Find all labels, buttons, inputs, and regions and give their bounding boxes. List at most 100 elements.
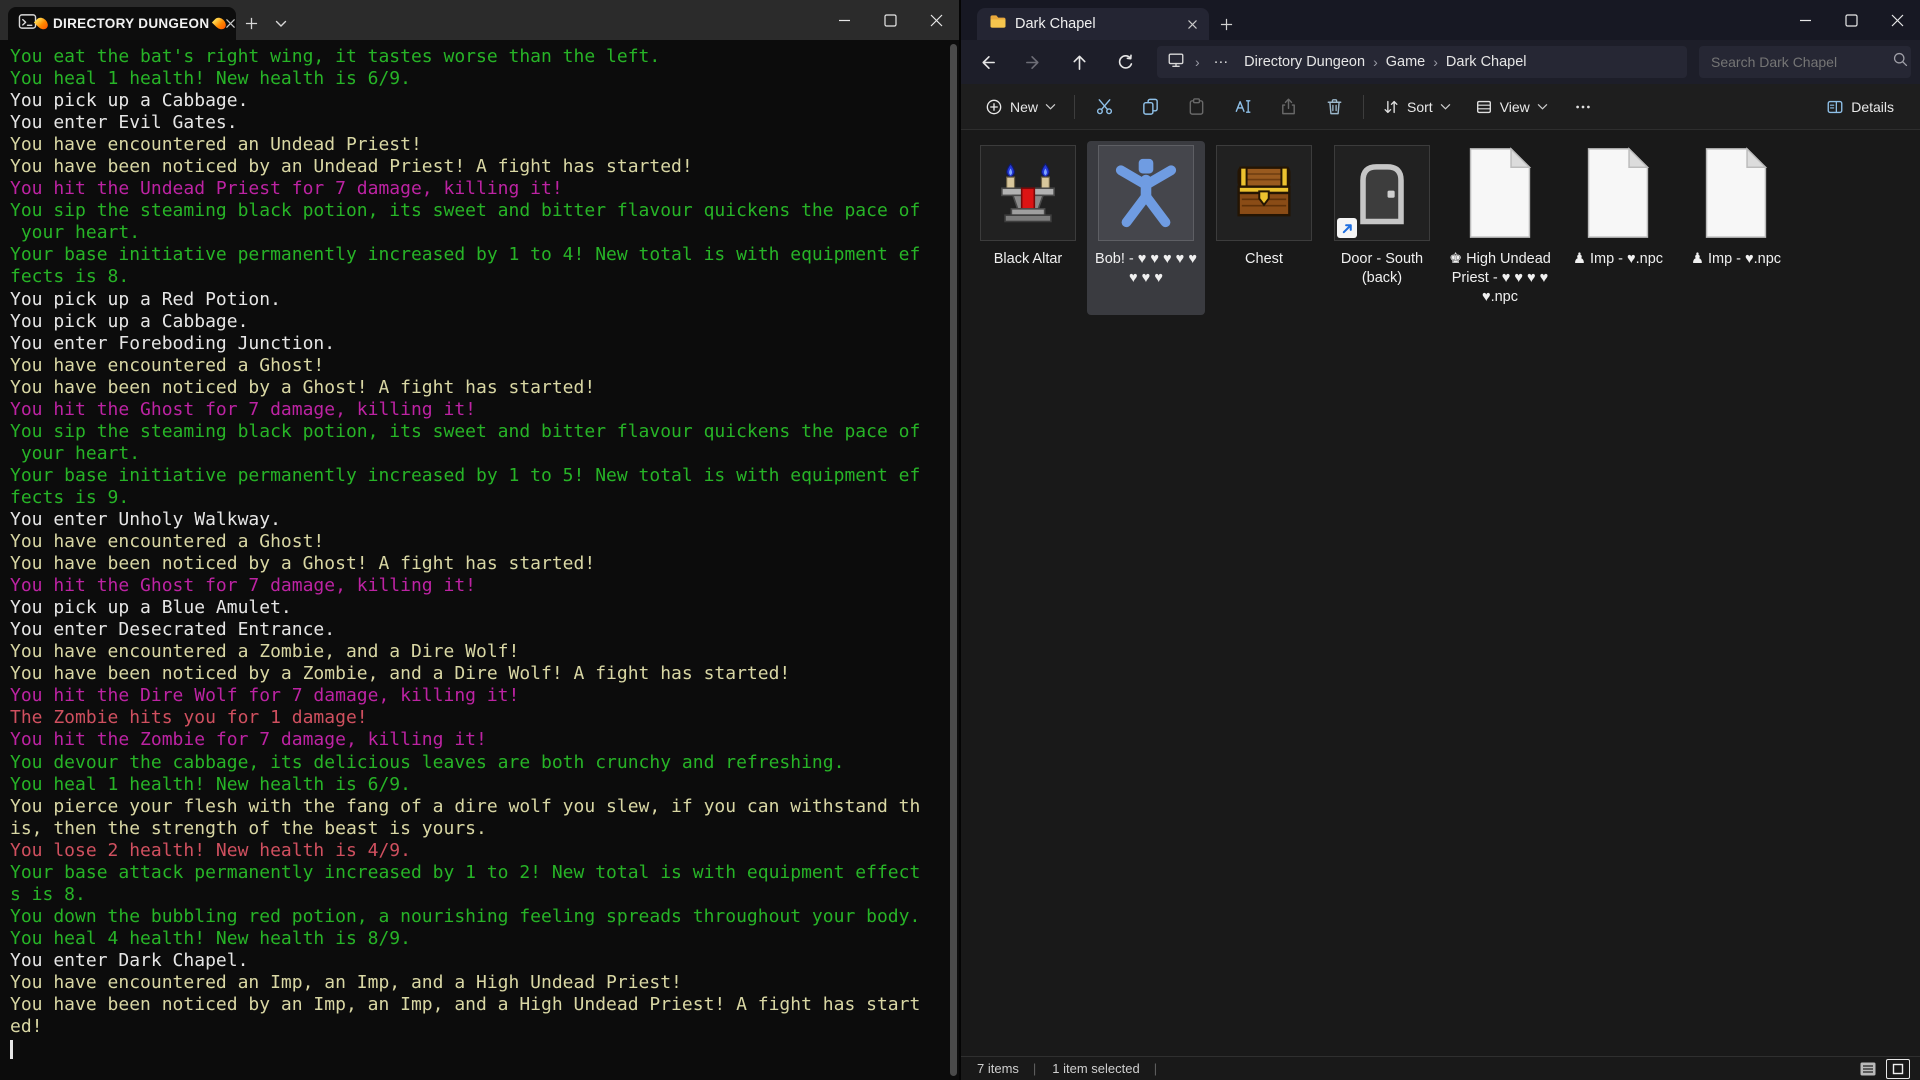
cut-button[interactable] [1083,89,1125,125]
explorer-minimize-button[interactable] [1782,0,1828,40]
breadcrumb-segment[interactable]: Directory Dungeon [1240,52,1369,72]
terminal-window-controls [821,0,959,40]
terminal-line: You eat the bat's right wing, it tastes … [10,46,941,68]
file-name: Chest [1245,250,1283,269]
explorer-tab-close-icon[interactable] [1183,15,1201,33]
terminal-tab[interactable]: DIRECTORY DUNGEON [8,7,236,40]
terminal-line: You hit the Dire Wolf for 7 damage, kill… [10,685,941,707]
details-button[interactable]: Details [1816,89,1904,125]
terminal-line: your heart. [10,443,941,465]
file-item[interactable]: Chest [1205,141,1323,315]
terminal-line: You pick up a Cabbage. [10,311,941,333]
terminal-line: You have been noticed by a Ghost! A figh… [10,377,941,399]
breadcrumb[interactable]: › ··· Directory Dungeon›Game›Dark Chapel [1157,46,1687,78]
terminal-scrollbar-thumb[interactable] [950,44,957,1076]
terminal-maximize-button[interactable] [867,0,913,40]
terminal-line: You pick up a Cabbage. [10,90,941,112]
terminal-line: You heal 1 health! New health is 6/9. [10,774,941,796]
chevron-down-icon [1045,103,1056,111]
terminal-log: You eat the bat's right wing, it tastes … [0,40,959,1080]
terminal-line: You hit the Ghost for 7 damage, killing … [10,399,941,421]
terminal-line: You have been noticed by an Undead Pries… [10,156,941,178]
terminal-line: your heart. [10,222,941,244]
terminal-new-tab-button[interactable] [236,7,266,40]
file-item[interactable]: Bob! - ♥ ♥ ♥ ♥ ♥ ♥ ♥ ♥ [1087,141,1205,315]
rename-button[interactable] [1221,89,1263,125]
view-button[interactable]: View [1465,89,1558,125]
terminal-line: You have been noticed by a Ghost! A figh… [10,553,941,575]
file-item[interactable]: ♚ High Undead Priest - ♥ ♥ ♥ ♥ ♥.npc [1441,141,1559,315]
selection-count: 1 item selected [1052,1061,1139,1076]
new-button[interactable]: New [975,89,1066,125]
status-divider: | [1154,1061,1157,1076]
paste-button[interactable] [1175,89,1217,125]
copy-button[interactable] [1129,89,1171,125]
terminal-minimize-button[interactable] [821,0,867,40]
terminal-line: Your base initiative permanently increas… [10,244,941,266]
bob-player-image [1107,154,1185,232]
terminal-line: You enter Foreboding Junction. [10,333,941,355]
search-icon [1892,51,1909,73]
explorer-maximize-button[interactable] [1828,0,1874,40]
terminal-tab-dropdown-button[interactable] [266,7,296,40]
file-icon [1452,145,1548,241]
terminal-line: fects is 8. [10,266,941,288]
terminal-tab-close-icon[interactable] [225,15,236,33]
forward-button[interactable] [1013,44,1053,80]
explorer-close-button[interactable] [1874,0,1920,40]
terminal-tab-title: DIRECTORY DUNGEON [37,16,225,31]
refresh-button[interactable] [1105,44,1145,80]
terminal-line: Your base initiative permanently increas… [10,465,941,487]
terminal-line: You lose 2 health! New health is 4/9. [10,840,941,862]
details-button-label: Details [1851,99,1894,115]
file-area[interactable]: Black AltarBob! - ♥ ♥ ♥ ♥ ♥ ♥ ♥ ♥ Chest Do… [961,131,1920,1056]
black-altar-image [990,155,1066,231]
more-options-button[interactable] [1562,89,1604,125]
explorer-new-tab-button[interactable] [1209,8,1243,40]
sort-button[interactable]: Sort [1372,89,1461,125]
breadcrumb-overflow[interactable]: ··· [1210,52,1233,72]
terminal-titlebar: DIRECTORY DUNGEON [0,0,959,40]
terminal-line: The Zombie hits you for 1 damage! [10,707,941,729]
terminal-line: ed! [10,1016,941,1038]
file-name: ♟ Imp - ♥.npc [1573,250,1663,269]
breadcrumb-segment[interactable]: Dark Chapel [1442,52,1531,72]
terminal-cursor [10,1040,13,1059]
terminal-scrollbar[interactable] [950,44,957,1076]
terminal-close-button[interactable] [913,0,959,40]
statusbar: 7 items | 1 item selected | [961,1056,1920,1080]
terminal-line: You hit the Undead Priest for 7 damage, … [10,178,941,200]
explorer-address-row: › ··· Directory Dungeon›Game›Dark Chapel [961,40,1920,84]
breadcrumb-segment[interactable]: Game [1382,52,1430,72]
terminal-line: You down the bubbling red potion, a nour… [10,906,941,928]
thumbnail-view-toggle[interactable] [1886,1059,1910,1079]
terminal-line: You heal 1 health! New health is 6/9. [10,68,941,90]
terminal-line: is, then the strength of the beast is yo… [10,818,941,840]
status-divider: | [1033,1061,1036,1076]
npc-file-image [1699,147,1773,239]
explorer-tab[interactable]: Dark Chapel [977,8,1209,40]
back-button[interactable] [967,44,1007,80]
explorer-window-controls [1782,0,1920,40]
search-box[interactable] [1699,46,1911,78]
terminal-line: You hit the Ghost for 7 damage, killing … [10,575,941,597]
search-input[interactable] [1711,54,1892,70]
chevron-right-icon: › [1431,54,1440,70]
breadcrumb-segments: Directory Dungeon›Game›Dark Chapel [1240,52,1530,72]
terminal-line: You have encountered a Zombie, and a Dir… [10,641,941,663]
details-view-toggle[interactable] [1856,1059,1880,1079]
file-item[interactable]: Door - South (back) [1323,141,1441,315]
terminal-line: You enter Evil Gates. [10,112,941,134]
file-item[interactable]: Black Altar [969,141,1087,315]
npc-file-image [1463,147,1537,239]
shortcut-arrow-icon [1337,218,1357,238]
up-button[interactable] [1059,44,1099,80]
flame-icon [34,15,50,31]
share-button[interactable] [1267,89,1309,125]
file-item[interactable]: ♟ Imp - ♥.npc [1677,141,1795,315]
file-item[interactable]: ♟ Imp - ♥.npc [1559,141,1677,315]
terminal-line: You pick up a Blue Amulet. [10,597,941,619]
delete-button[interactable] [1313,89,1355,125]
chevron-down-icon [1440,103,1451,111]
chevron-right-icon: › [1193,54,1202,70]
